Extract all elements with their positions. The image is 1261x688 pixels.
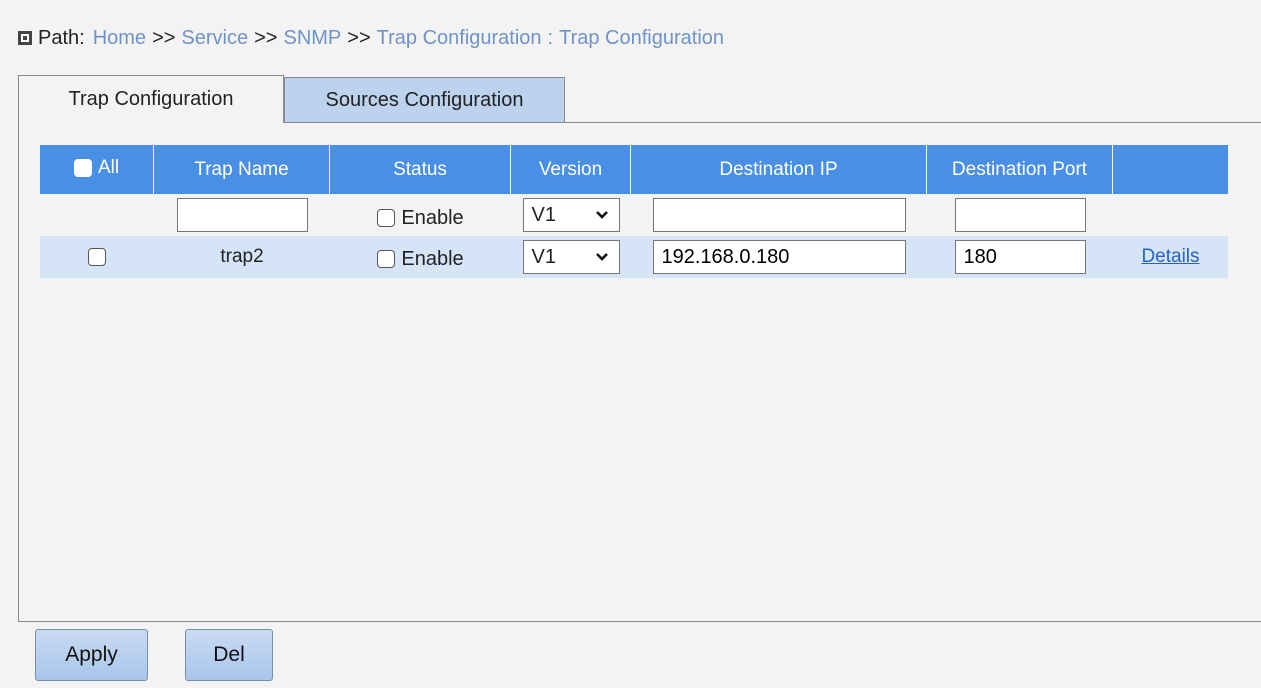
row-ip-cell <box>631 236 927 278</box>
version-value: V1 <box>531 203 556 226</box>
crumb-service[interactable]: Service <box>181 27 248 50</box>
delete-button[interactable]: Del <box>185 629 273 681</box>
header-select-all[interactable]: All <box>40 145 154 194</box>
header-actions <box>1113 145 1228 194</box>
select-all-checkbox[interactable] <box>73 158 92 177</box>
chevron-down-icon <box>595 253 608 261</box>
crumb-colon: : <box>547 27 554 49</box>
row-trap-name: trap2 <box>154 236 330 278</box>
new-entry-row: Enable V1 <box>40 194 1228 236</box>
trap-table: All Trap Name Status Version Destination… <box>40 145 1228 278</box>
row-status-cell: Enable <box>330 236 511 278</box>
crumb-separator: >> <box>347 27 371 49</box>
table-row: trap2 Enable V1 Details <box>40 236 1228 278</box>
row-port-cell <box>927 236 1113 278</box>
crumb-current: Trap Configuration <box>559 27 725 49</box>
row-destination-ip-input[interactable] <box>652 240 906 274</box>
path-label: Path: <box>38 27 85 49</box>
destination-ip-input[interactable] <box>652 198 906 232</box>
enable-checkbox[interactable] <box>377 209 396 228</box>
crumb-separator: >> <box>254 27 278 49</box>
crumb-home[interactable]: Home <box>93 27 146 50</box>
row-select-cell <box>40 236 154 278</box>
enable-label: Enable <box>401 206 464 229</box>
row-enable-label: Enable <box>401 247 464 270</box>
row-version-cell: V1 <box>511 236 631 278</box>
row-version-select[interactable]: V1 <box>522 240 620 274</box>
breadcrumb: Path: Home >> Service >> SNMP >> Trap Co… <box>18 27 724 50</box>
apply-button[interactable]: Apply <box>35 629 148 681</box>
version-select[interactable]: V1 <box>522 198 620 232</box>
row-enable-checkbox[interactable] <box>377 250 396 269</box>
crumb-snmp[interactable]: SNMP <box>283 27 341 50</box>
header-version: Version <box>511 145 631 194</box>
new-entry-name-cell <box>154 194 330 236</box>
square-bullet-icon <box>18 30 32 45</box>
row-version-value: V1 <box>531 245 556 268</box>
new-entry-action-cell <box>1113 194 1228 236</box>
header-trap-name: Trap Name <box>154 145 330 194</box>
row-checkbox[interactable] <box>88 247 106 266</box>
header-destination-ip: Destination IP <box>631 145 927 194</box>
new-entry-ip-cell <box>631 194 927 236</box>
tab-sources-configuration[interactable]: Sources Configuration <box>284 77 565 123</box>
header-destination-port: Destination Port <box>927 145 1113 194</box>
trap-name-input[interactable] <box>176 198 308 232</box>
header-status: Status <box>330 145 511 194</box>
crumb-trap-configuration[interactable]: Trap Configuration <box>377 27 542 50</box>
chevron-down-icon <box>595 211 608 219</box>
new-entry-status-cell: Enable <box>330 194 511 236</box>
table-header-row: All Trap Name Status Version Destination… <box>40 145 1228 194</box>
new-entry-select-cell <box>40 194 154 236</box>
new-entry-port-cell <box>927 194 1113 236</box>
row-action-cell: Details <box>1113 236 1228 278</box>
row-destination-port-input[interactable] <box>954 240 1086 274</box>
details-link[interactable]: Details <box>1141 246 1199 267</box>
new-entry-version-cell: V1 <box>511 194 631 236</box>
crumb-separator: >> <box>152 27 176 49</box>
select-all-label: All <box>97 156 120 178</box>
destination-port-input[interactable] <box>954 198 1086 232</box>
tab-trap-configuration[interactable]: Trap Configuration <box>18 75 284 123</box>
